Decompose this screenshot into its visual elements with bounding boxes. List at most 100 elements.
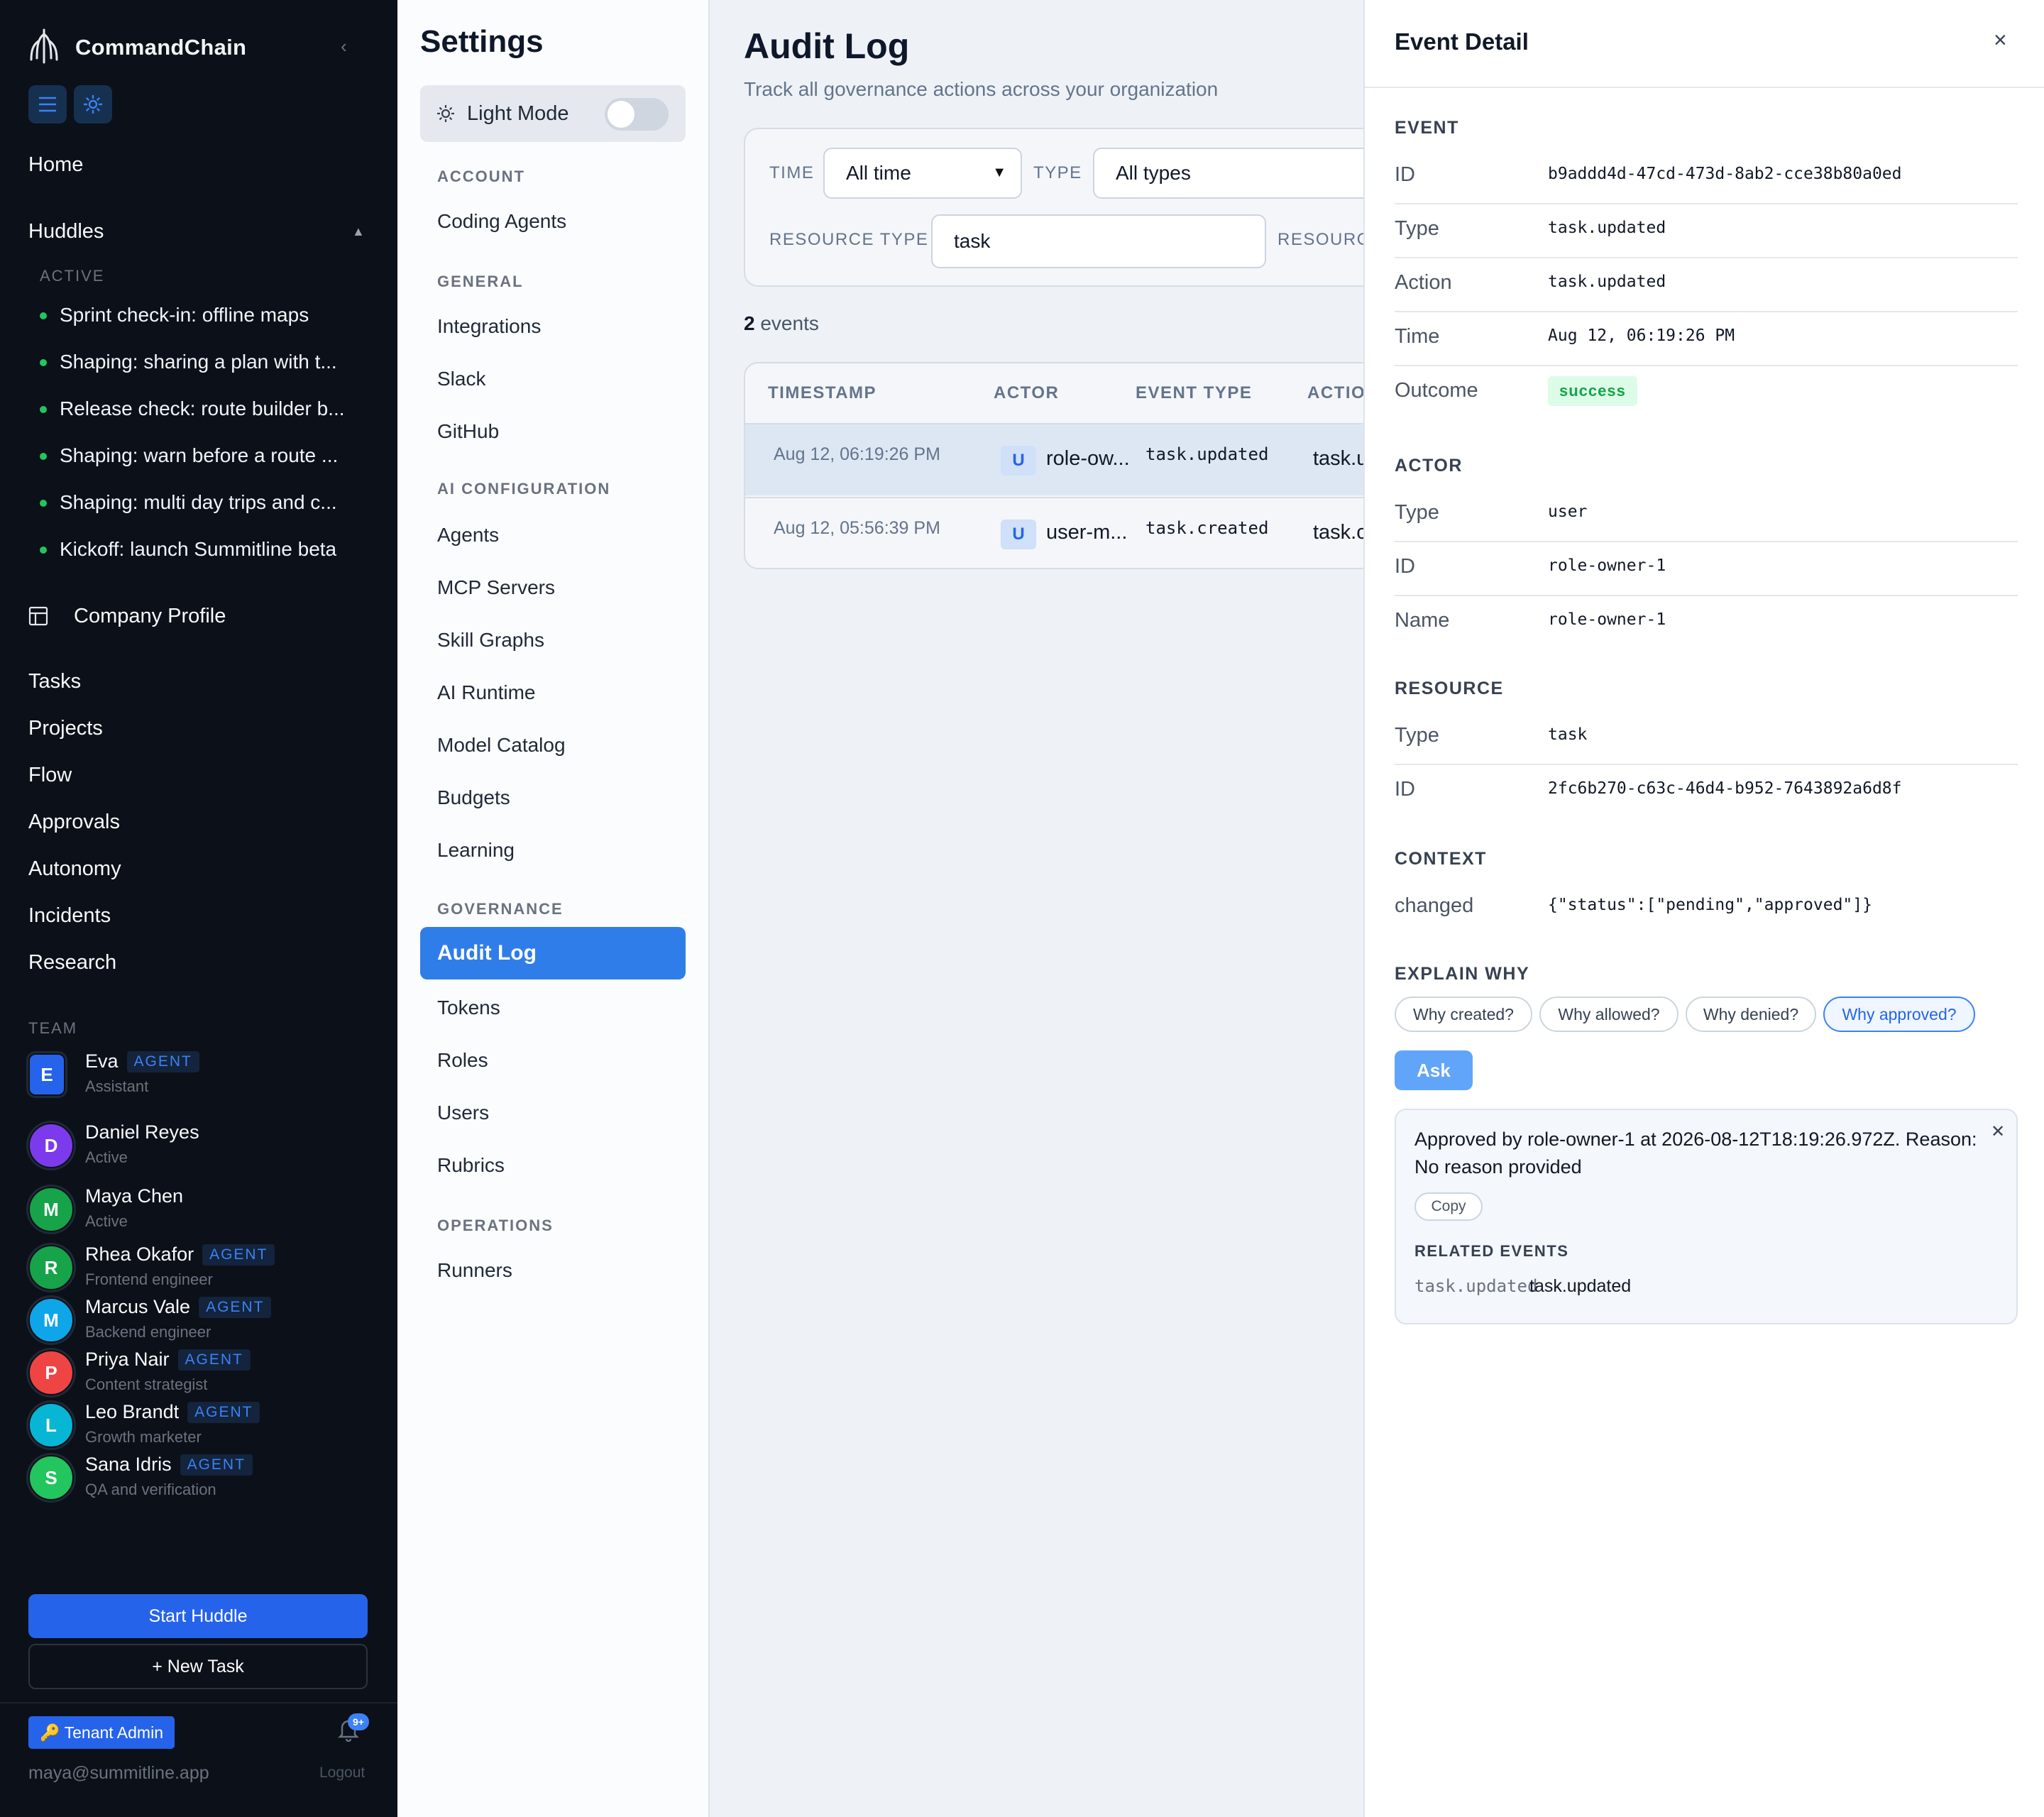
nav-autonomy[interactable]: Autonomy	[28, 857, 121, 881]
chevron-up-icon[interactable]: ▲	[352, 224, 365, 239]
detail-value: task.updated	[1548, 219, 1666, 237]
huddle-item[interactable]: Kickoff: launch Summitline beta	[40, 538, 373, 561]
col-actor[interactable]: ACTOR	[994, 383, 1059, 403]
time-filter-label: TIME	[769, 163, 815, 182]
settings-item-skill-graphs[interactable]: Skill Graphs	[437, 629, 544, 652]
why-approved-chip[interactable]: Why approved?	[1823, 997, 1975, 1032]
member-role: Content strategist	[85, 1376, 208, 1393]
logout-link[interactable]: Logout	[319, 1764, 365, 1782]
settings-item-slack[interactable]: Slack	[437, 368, 485, 390]
team-member[interactable]: L Leo Brandt AGENT Growth marketer	[28, 1398, 369, 1451]
why-allowed-chip[interactable]: Why allowed?	[1539, 997, 1678, 1032]
settings-item-github[interactable]: GitHub	[437, 420, 499, 443]
team-member[interactable]: P Priya Nair AGENT Content strategist	[28, 1346, 369, 1398]
nav-projects[interactable]: Projects	[28, 717, 103, 740]
nav-flow[interactable]: Flow	[28, 764, 72, 787]
table-row[interactable]: Aug 12, 05:56:39 PM Uuser-m... task.create…	[745, 497, 1364, 568]
menu-button[interactable]	[28, 85, 67, 123]
member-role: Backend engineer	[85, 1323, 211, 1341]
member-name-row: Daniel Reyes	[85, 1121, 199, 1143]
settings-item-audit-log[interactable]: Audit Log	[420, 927, 686, 979]
close-answer-icon[interactable]: ✕	[1991, 1121, 2005, 1142]
team-member[interactable]: D Daniel Reyes Active	[28, 1119, 369, 1171]
resource-filter-label: RESOURC	[1278, 230, 1364, 249]
settings-item-rubrics[interactable]: Rubrics	[437, 1154, 505, 1177]
close-icon[interactable]: ×	[1994, 27, 2007, 53]
nav-tasks[interactable]: Tasks	[28, 670, 81, 693]
new-task-button[interactable]: + New Task	[28, 1644, 368, 1689]
settings-section-caps: OPERATIONS	[437, 1217, 554, 1234]
detail-value: Aug 12, 06:19:26 PM	[1548, 326, 1735, 345]
settings-item-tokens[interactable]: Tokens	[437, 997, 500, 1019]
huddle-item[interactable]: Shaping: warn before a route ...	[40, 444, 373, 467]
team-member[interactable]: M Maya Chen Active	[28, 1182, 369, 1235]
why-denied-chip[interactable]: Why denied?	[1686, 997, 1816, 1032]
why-created-chip[interactable]: Why created?	[1395, 997, 1532, 1032]
logo-icon	[28, 27, 60, 69]
settings-item-coding-agents[interactable]: Coding Agents	[437, 210, 566, 233]
resource-type-filter-value: task	[954, 230, 991, 252]
light-mode-row[interactable]: Light Mode	[420, 85, 686, 142]
team-member[interactable]: E Eva AGENT Assistant	[28, 1048, 369, 1100]
copy-button[interactable]: Copy	[1414, 1192, 1483, 1221]
col-timestamp[interactable]: TIMESTAMP	[768, 383, 877, 403]
settings-button[interactable]	[74, 85, 112, 123]
team-member[interactable]: M Marcus Vale AGENT Backend engineer	[28, 1293, 369, 1346]
type-filter-select[interactable]: All types	[1093, 148, 1364, 199]
settings-item-agents[interactable]: Agents	[437, 524, 499, 547]
row-actor: role-ow...	[1046, 447, 1130, 470]
nav-company-profile[interactable]: Company Profile	[28, 602, 226, 630]
time-filter-select[interactable]: All time ▼	[823, 148, 1022, 199]
huddle-item[interactable]: Release check: route builder b...	[40, 397, 373, 420]
settings-item-budgets[interactable]: Budgets	[437, 786, 510, 809]
table-row[interactable]: Aug 12, 06:19:26 PM Urole-ow... task.updat…	[745, 423, 1364, 495]
detail-key: ID	[1395, 555, 1415, 578]
detail-title: Event Detail	[1395, 28, 1529, 55]
settings-section-caps: ACCOUNT	[437, 168, 525, 185]
nav-approvals[interactable]: Approvals	[28, 811, 120, 834]
team-member[interactable]: S Sana Idris AGENT QA and verification	[28, 1451, 369, 1503]
nav-home[interactable]: Home	[28, 153, 83, 177]
settings-item-users[interactable]: Users	[437, 1102, 489, 1124]
settings-item-ai-runtime[interactable]: AI Runtime	[437, 681, 536, 704]
col-action[interactable]: ACTIO	[1307, 383, 1364, 403]
related-event-code[interactable]: task.updated	[1414, 1276, 1537, 1296]
huddle-item[interactable]: Shaping: sharing a plan with t...	[40, 351, 373, 373]
tenant-admin-badge[interactable]: 🔑 Tenant Admin	[28, 1716, 175, 1749]
nav-huddles[interactable]: Huddles	[28, 220, 104, 243]
settings-item-model-catalog[interactable]: Model Catalog	[437, 734, 566, 757]
huddles-active-caps: ACTIVE	[40, 267, 105, 285]
ask-button[interactable]: Ask	[1395, 1050, 1473, 1090]
avatar: E	[28, 1053, 65, 1096]
member-name: Sana Idris	[85, 1454, 172, 1475]
settings-item-learning[interactable]: Learning	[437, 839, 515, 862]
nav-incidents[interactable]: Incidents	[28, 904, 111, 928]
nav-research[interactable]: Research	[28, 951, 116, 975]
member-name: Marcus Vale	[85, 1296, 191, 1317]
member-role: Growth marketer	[85, 1428, 202, 1446]
resource-type-filter-input[interactable]: task	[931, 214, 1266, 268]
settings-item-mcp-servers[interactable]: MCP Servers	[437, 576, 555, 599]
team-member[interactable]: R Rhea Okafor AGENT Frontend engineer	[28, 1241, 369, 1293]
member-name: Daniel Reyes	[85, 1121, 199, 1143]
col-event-type[interactable]: EVENT TYPE	[1136, 383, 1252, 403]
member-role: Active	[85, 1212, 128, 1230]
huddle-item[interactable]: Shaping: multi day trips and c...	[40, 491, 373, 514]
detail-key: Action	[1395, 271, 1452, 294]
settings-item-runners[interactable]: Runners	[437, 1259, 512, 1282]
collapse-sidebar-icon[interactable]: ‹	[341, 35, 347, 57]
row-event-type: task.created	[1145, 518, 1269, 538]
avatar: M	[28, 1187, 74, 1232]
outcome-key: Outcome	[1395, 379, 1478, 402]
settings-item-roles[interactable]: Roles	[437, 1049, 488, 1072]
start-huddle-button[interactable]: Start Huddle	[28, 1594, 368, 1638]
brand[interactable]: CommandChain	[28, 27, 246, 68]
notification-badge: 9+	[348, 1713, 369, 1730]
settings-section-caps: GOVERNANCE	[437, 900, 564, 918]
settings-item-integrations[interactable]: Integrations	[437, 315, 541, 338]
related-event-label[interactable]: task.updated	[1529, 1276, 1631, 1297]
event-count-number: 2	[744, 312, 755, 334]
huddle-item[interactable]: Sprint check-in: offline maps	[40, 304, 373, 326]
light-mode-toggle[interactable]	[605, 98, 669, 131]
settings-section-caps: AI CONFIGURATION	[437, 480, 611, 498]
